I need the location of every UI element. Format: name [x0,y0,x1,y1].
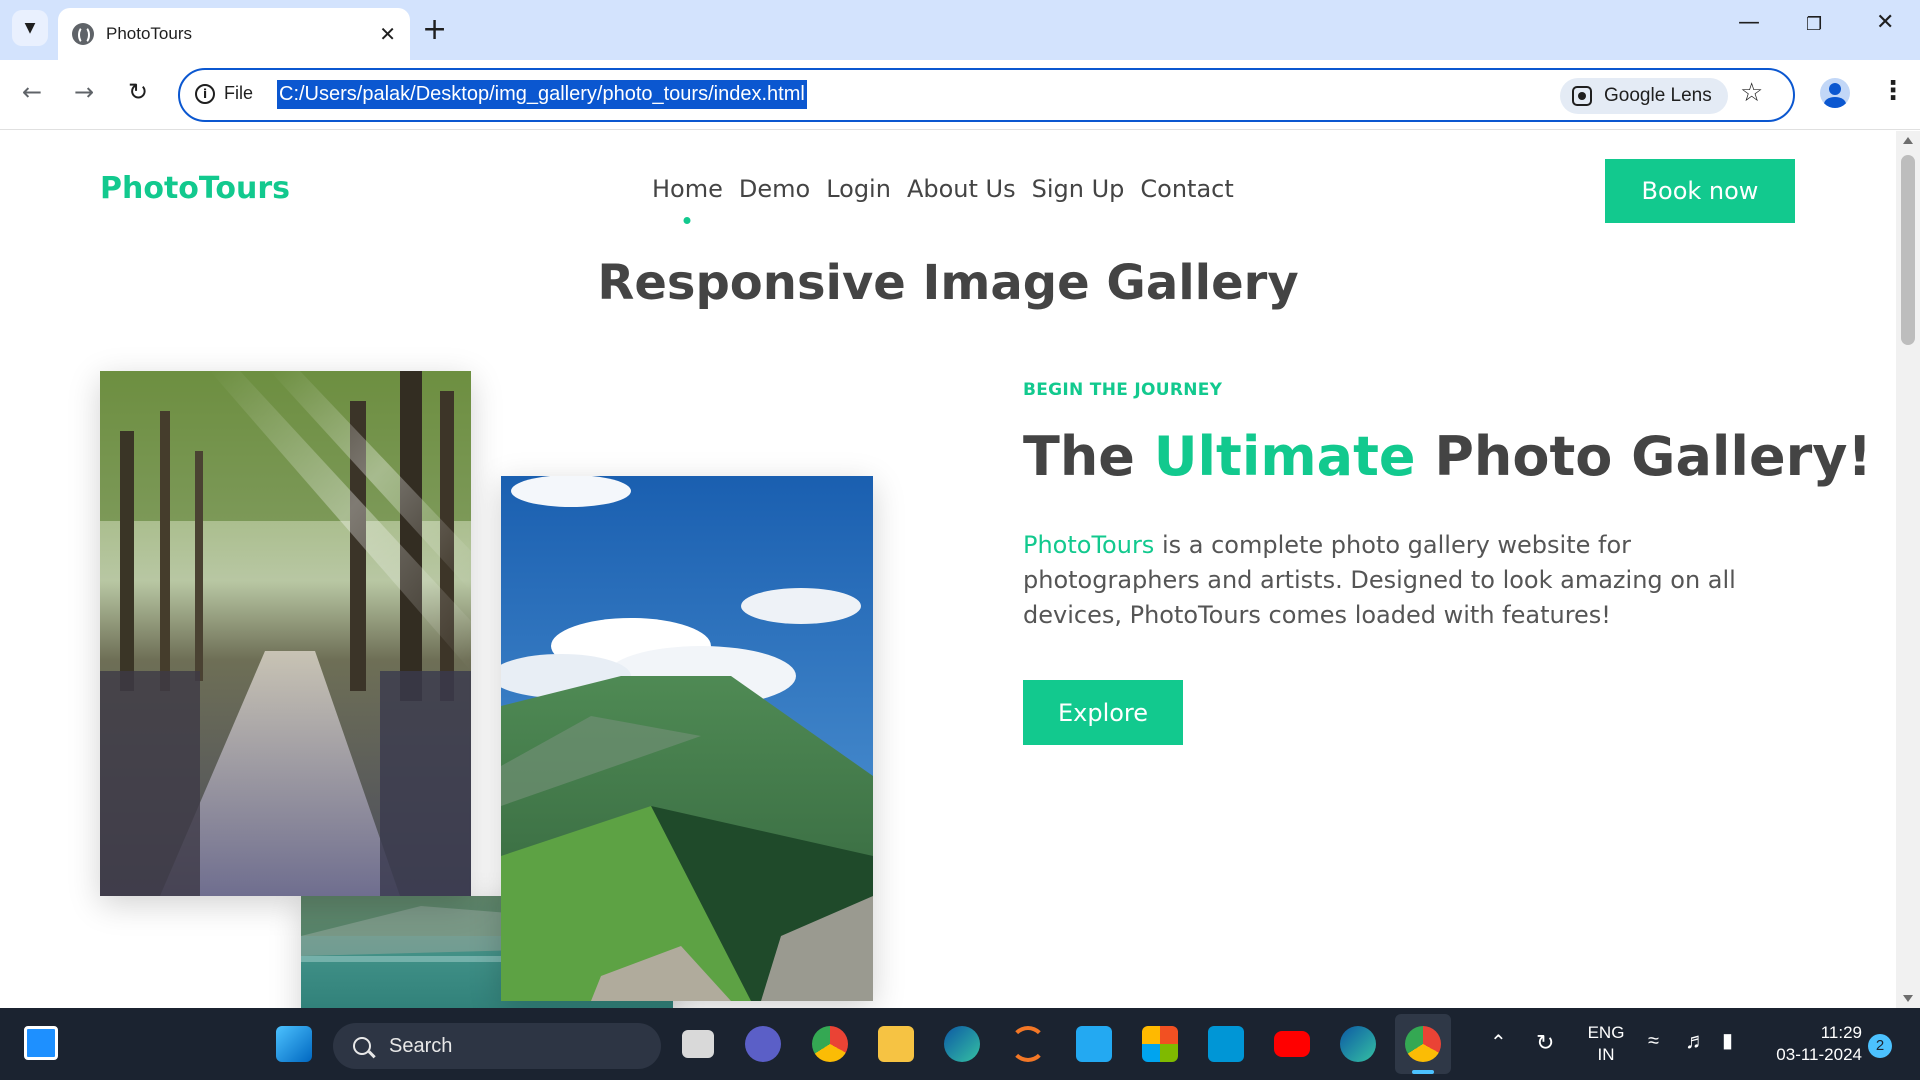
site-logo[interactable]: PhotoTours [100,171,290,206]
lens-icon [1572,86,1592,106]
clock-time: 11:29 [1820,1023,1862,1042]
edge-icon[interactable] [944,1026,980,1062]
tab-search-button[interactable]: ▼ [12,10,48,46]
chrome-icon[interactable] [812,1026,848,1062]
microsoft-store-icon[interactable] [1142,1026,1178,1062]
nav-about-us[interactable]: About Us [907,175,1016,203]
mountain-photo [501,476,873,1001]
tab-title: PhotoTours [106,24,192,43]
search-icon [353,1037,371,1055]
taskbar-search-label: Search [389,1034,453,1057]
browser-toolbar: ← → ↻ i File C:/Users/palak/Desktop/img_… [0,60,1920,130]
hero-eyebrow: BEGIN THE JOURNEY [1023,380,1223,400]
book-now-button[interactable]: Book now [1605,159,1795,223]
nav-contact[interactable]: Contact [1140,175,1233,203]
close-tab-icon[interactable]: ✕ [379,22,396,46]
edge-profile-icon[interactable] [1340,1026,1376,1062]
scheme-label: File [224,83,254,103]
notification-badge[interactable]: 2 [1868,1034,1892,1058]
google-lens-button[interactable]: Google Lens [1560,78,1728,114]
teams-icon[interactable] [745,1026,781,1062]
start-menu-icon[interactable] [276,1026,312,1062]
forest-path-photo [100,371,471,896]
hero-description: PhotoTours is a complete photo gallery w… [1023,528,1803,633]
tray-chevron-icon[interactable]: ⌃ [1490,1030,1507,1055]
google-lens-label: Google Lens [1604,85,1712,106]
more-menu-icon[interactable]: ⋮ [1880,76,1906,106]
task-view-icon[interactable] [682,1030,714,1058]
nav-sign-up[interactable]: Sign Up [1032,175,1125,203]
page-scrollbar[interactable] [1896,131,1920,1008]
scroll-thumb[interactable] [1901,155,1915,345]
language-line2: IN [1597,1045,1615,1064]
taskbar-search[interactable]: Search [333,1023,661,1069]
hero-title-accent: Ultimate [1153,425,1416,488]
back-arrow-icon[interactable]: ← [22,78,42,106]
gallery-title: Responsive Image Gallery [597,255,1299,311]
bookmark-star-icon[interactable]: ☆ [1740,78,1763,108]
profile-avatar-icon[interactable] [1820,78,1850,108]
close-window-icon[interactable]: ✕ [1876,10,1894,35]
hero-title-before: The [1023,425,1154,488]
vscode-icon[interactable] [1076,1026,1112,1062]
jupyter-icon[interactable] [1010,1026,1046,1062]
main-nav: Home Demo Login About Us Sign Up Contact [652,175,1250,203]
site-info-icon[interactable]: i [195,84,215,104]
youtube-icon[interactable] [1274,1031,1310,1057]
clock[interactable]: 11:29 03-11-2024 [1762,1022,1862,1066]
chevron-down-icon: ▼ [24,20,36,36]
windows-taskbar: Search ⌃ ↻ ENG IN ≈ ♬ ▮ 11:29 03-11-2024 [0,1008,1920,1080]
hero-title: The Ultimate Photo Gallery! [1023,425,1872,488]
forward-arrow-icon[interactable]: → [74,78,94,106]
nav-home[interactable]: Home [652,175,723,203]
globe-icon [72,23,94,45]
nav-login[interactable]: Login [826,175,891,203]
explore-button[interactable]: Explore [1023,680,1183,745]
browser-tab[interactable]: PhotoTours ✕ [58,8,410,60]
file-explorer-icon[interactable] [878,1026,914,1062]
battery-icon[interactable]: ▮ [1722,1028,1733,1053]
url-text[interactable]: C:/Users/palak/Desktop/img_gallery/photo… [277,80,807,109]
myhp-icon[interactable] [1208,1026,1244,1062]
language-indicator[interactable]: ENG IN [1584,1022,1628,1066]
address-bar[interactable]: i File C:/Users/palak/Desktop/img_galler… [178,68,1795,122]
scroll-up-icon[interactable] [1903,137,1913,144]
scroll-down-icon[interactable] [1903,995,1913,1002]
volume-icon[interactable]: ♬ [1685,1028,1707,1054]
hero-brand-link[interactable]: PhotoTours [1023,531,1154,559]
widgets-icon[interactable] [24,1026,58,1060]
sync-icon[interactable]: ↻ [1536,1030,1554,1056]
minimize-icon[interactable]: — [1738,10,1760,35]
wifi-icon[interactable]: ≈ [1648,1030,1659,1053]
chrome-active-icon[interactable] [1405,1026,1441,1062]
new-tab-button[interactable]: + [422,12,447,48]
clock-date: 03-11-2024 [1776,1045,1862,1064]
browser-tabstrip: ▼ PhotoTours ✕ + — ❐ ✕ [0,0,1920,60]
active-app-indicator [1412,1070,1434,1074]
reload-icon[interactable]: ↻ [128,78,148,106]
restore-icon[interactable]: ❐ [1806,14,1822,35]
hero-title-after: Photo Gallery! [1415,425,1873,488]
language-line1: ENG [1587,1023,1625,1042]
page-viewport: PhotoTours Home Demo Login About Us Sign… [0,131,1896,1008]
nav-demo[interactable]: Demo [739,175,810,203]
